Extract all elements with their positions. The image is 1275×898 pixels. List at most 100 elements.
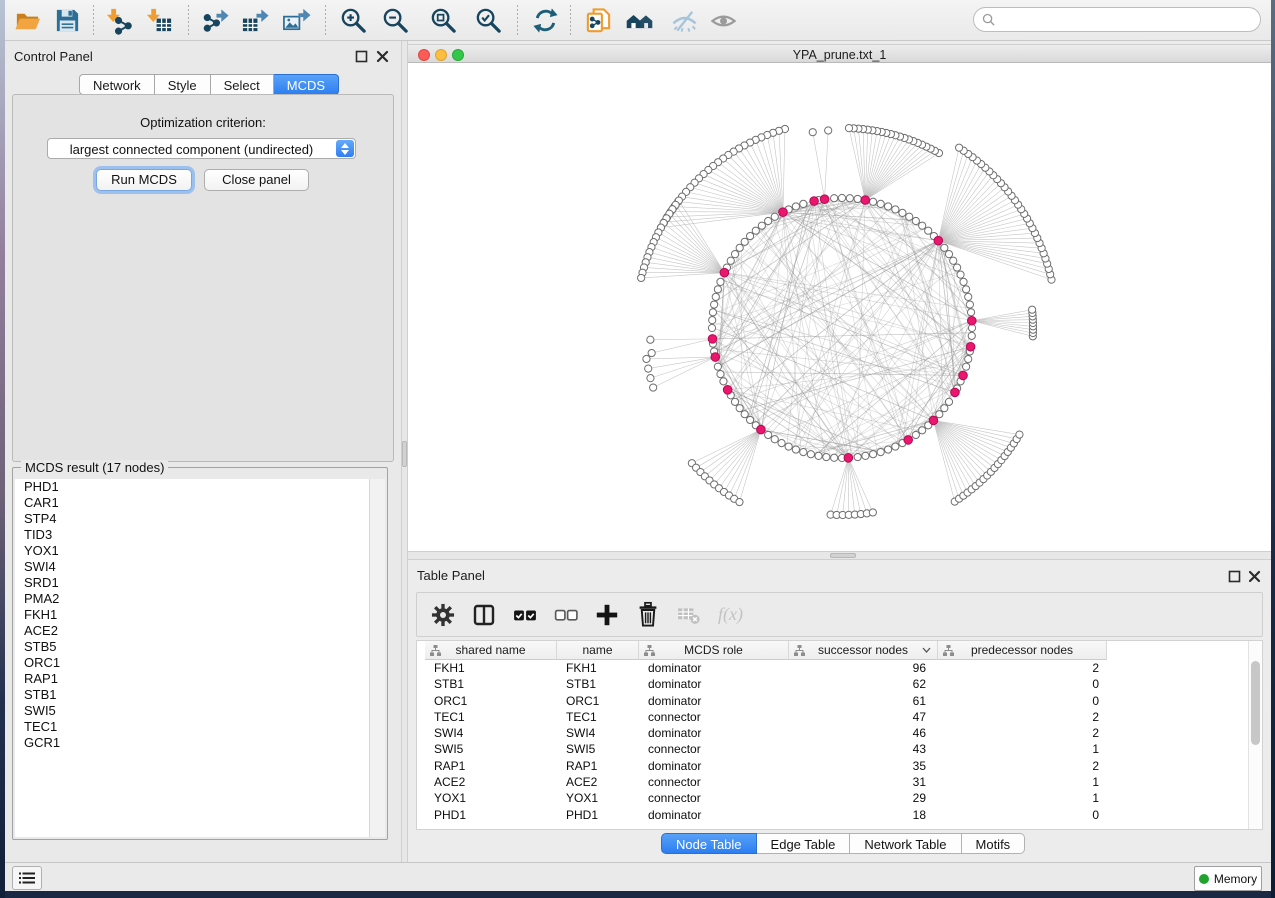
cell-mcds_role: dominator: [648, 758, 789, 774]
cell-predecessor_nodes: 2: [938, 725, 1099, 741]
export-network-icon[interactable]: [197, 4, 233, 37]
tab-motifs[interactable]: Motifs: [962, 833, 1026, 854]
table-toolbar: f(x): [416, 592, 1263, 637]
toolbar-separator: [188, 5, 189, 35]
table-row[interactable]: TEC1TEC1connector472: [417, 709, 1248, 725]
network-window-titlebar[interactable]: YPA_prune.txt_1: [408, 44, 1271, 63]
mcds-panel: Optimization criterion: largest connecte…: [12, 94, 394, 462]
table-row[interactable]: YOX1YOX1connector291: [417, 790, 1248, 806]
add-row-icon[interactable]: [595, 603, 619, 627]
mcds-result-item[interactable]: YOX1: [15, 543, 370, 559]
export-table-icon[interactable]: [237, 4, 273, 37]
mcds-result-item[interactable]: SWI5: [15, 703, 370, 719]
mcds-result-item[interactable]: RAP1: [15, 671, 370, 687]
zoom-out-icon[interactable]: [377, 4, 413, 37]
table-panel-tabs: Node TableEdge TableNetwork TableMotifs: [661, 833, 1025, 854]
tab-node-table[interactable]: Node Table: [661, 833, 757, 854]
tab-network-table[interactable]: Network Table: [850, 833, 961, 854]
refresh-icon[interactable]: [527, 4, 563, 37]
float-window-icon[interactable]: [1228, 570, 1241, 583]
mcds-result-item[interactable]: CAR1: [15, 495, 370, 511]
column-header-shared-name[interactable]: shared name: [425, 641, 557, 660]
first-neighbors-icon[interactable]: [621, 4, 657, 37]
mcds-result-item[interactable]: SRD1: [15, 575, 370, 591]
network-graph[interactable]: [408, 63, 1271, 552]
table-row[interactable]: ACE2ACE2connector311: [417, 774, 1248, 790]
optimization-criterion-select[interactable]: largest connected component (undirected): [47, 138, 356, 159]
table-panel-title: Table Panel: [417, 568, 485, 583]
mcds-result-item[interactable]: STB1: [15, 687, 370, 703]
export-image-icon[interactable]: [278, 4, 314, 37]
hide-selected-icon[interactable]: [666, 4, 702, 37]
save-session-icon[interactable]: [49, 4, 85, 37]
mcds-result-item[interactable]: TID3: [15, 527, 370, 543]
show-all-icon[interactable]: [705, 4, 741, 37]
table-row[interactable]: SWI4SWI4dominator462: [417, 725, 1248, 741]
table-row[interactable]: PHD1PHD1dominator180: [417, 807, 1248, 823]
mcds-result-item[interactable]: FKH1: [15, 607, 370, 623]
cell-predecessor_nodes: 0: [938, 807, 1099, 823]
cell-mcds_role: connector: [648, 774, 789, 790]
mcds-result-item[interactable]: ORC1: [15, 655, 370, 671]
tab-style[interactable]: Style: [155, 74, 211, 95]
tab-network[interactable]: Network: [79, 74, 155, 95]
splitter-handle[interactable]: [830, 553, 856, 558]
table-row[interactable]: FKH1FKH1dominator962: [417, 660, 1248, 676]
close-panel-icon[interactable]: [1248, 570, 1261, 583]
column-header-predecessor-nodes[interactable]: predecessor nodes: [938, 641, 1107, 660]
splitter-handle[interactable]: [402, 441, 407, 467]
mcds-result-item[interactable]: ACE2: [15, 623, 370, 639]
cell-mcds_role: dominator: [648, 725, 789, 741]
memory-label: Memory: [1214, 872, 1257, 886]
close-panel-button[interactable]: Close panel: [204, 169, 309, 191]
task-history-button[interactable]: [12, 866, 42, 890]
select-all-icon[interactable]: [513, 603, 537, 627]
scrollbar-thumb[interactable]: [1251, 661, 1260, 745]
mcds-list-scrollbar[interactable]: [369, 479, 385, 837]
mcds-result-list[interactable]: PHD1CAR1STP4TID3YOX1SWI4SRD1PMA2FKH1ACE2…: [15, 479, 370, 837]
mcds-result-item[interactable]: PMA2: [15, 591, 370, 607]
open-session-icon[interactable]: [9, 4, 45, 37]
zoom-fit-icon[interactable]: [425, 4, 461, 37]
mcds-result-item[interactable]: PHD1: [15, 479, 370, 495]
cell-successor_nodes: 29: [789, 790, 926, 806]
table-scrollbar[interactable]: [1248, 641, 1262, 829]
import-network-icon[interactable]: [101, 4, 137, 37]
mcds-result-item[interactable]: TEC1: [15, 719, 370, 735]
search-icon: [982, 13, 995, 26]
run-mcds-button[interactable]: Run MCDS: [96, 169, 192, 191]
import-table-icon[interactable]: [141, 4, 177, 37]
table-row[interactable]: ORC1ORC1dominator610: [417, 693, 1248, 709]
criterion-value: largest connected component (undirected): [70, 142, 314, 157]
mcds-result-item[interactable]: STB5: [15, 639, 370, 655]
column-header-MCDS-role[interactable]: MCDS role: [639, 641, 789, 660]
tab-edge-table[interactable]: Edge Table: [757, 833, 851, 854]
column-header-successor-nodes[interactable]: successor nodes: [789, 641, 938, 660]
mcds-result-item[interactable]: STP4: [15, 511, 370, 527]
duplicate-network-icon[interactable]: [580, 4, 616, 37]
horizontal-splitter[interactable]: [408, 551, 1271, 560]
cell-predecessor_nodes: 0: [938, 676, 1099, 692]
table-row[interactable]: SWI5SWI5connector431: [417, 741, 1248, 757]
delete-rows-icon[interactable]: [636, 603, 660, 627]
column-header-name[interactable]: name: [557, 641, 639, 660]
network-canvas[interactable]: [408, 63, 1271, 551]
deselect-all-icon[interactable]: [554, 603, 578, 627]
column-settings-icon[interactable]: [431, 603, 455, 627]
tab-mcds[interactable]: MCDS: [274, 74, 339, 95]
table-row[interactable]: RAP1RAP1dominator352: [417, 758, 1248, 774]
close-panel-icon[interactable]: [376, 50, 389, 63]
table-row[interactable]: STB1STB1dominator620: [417, 676, 1248, 692]
mcds-result-item[interactable]: GCR1: [15, 735, 370, 751]
manage-columns-icon[interactable]: [472, 603, 496, 627]
search-input[interactable]: [1000, 12, 1252, 28]
cell-shared_name: SWI5: [434, 741, 557, 757]
mcds-result-item[interactable]: SWI4: [15, 559, 370, 575]
vertical-splitter[interactable]: [401, 41, 408, 862]
memory-button[interactable]: Memory: [1194, 866, 1262, 891]
tab-select[interactable]: Select: [211, 74, 274, 95]
zoom-selected-icon[interactable]: [470, 4, 506, 37]
zoom-in-icon[interactable]: [335, 4, 371, 37]
float-window-icon[interactable]: [355, 50, 368, 63]
cell-successor_nodes: 31: [789, 774, 926, 790]
